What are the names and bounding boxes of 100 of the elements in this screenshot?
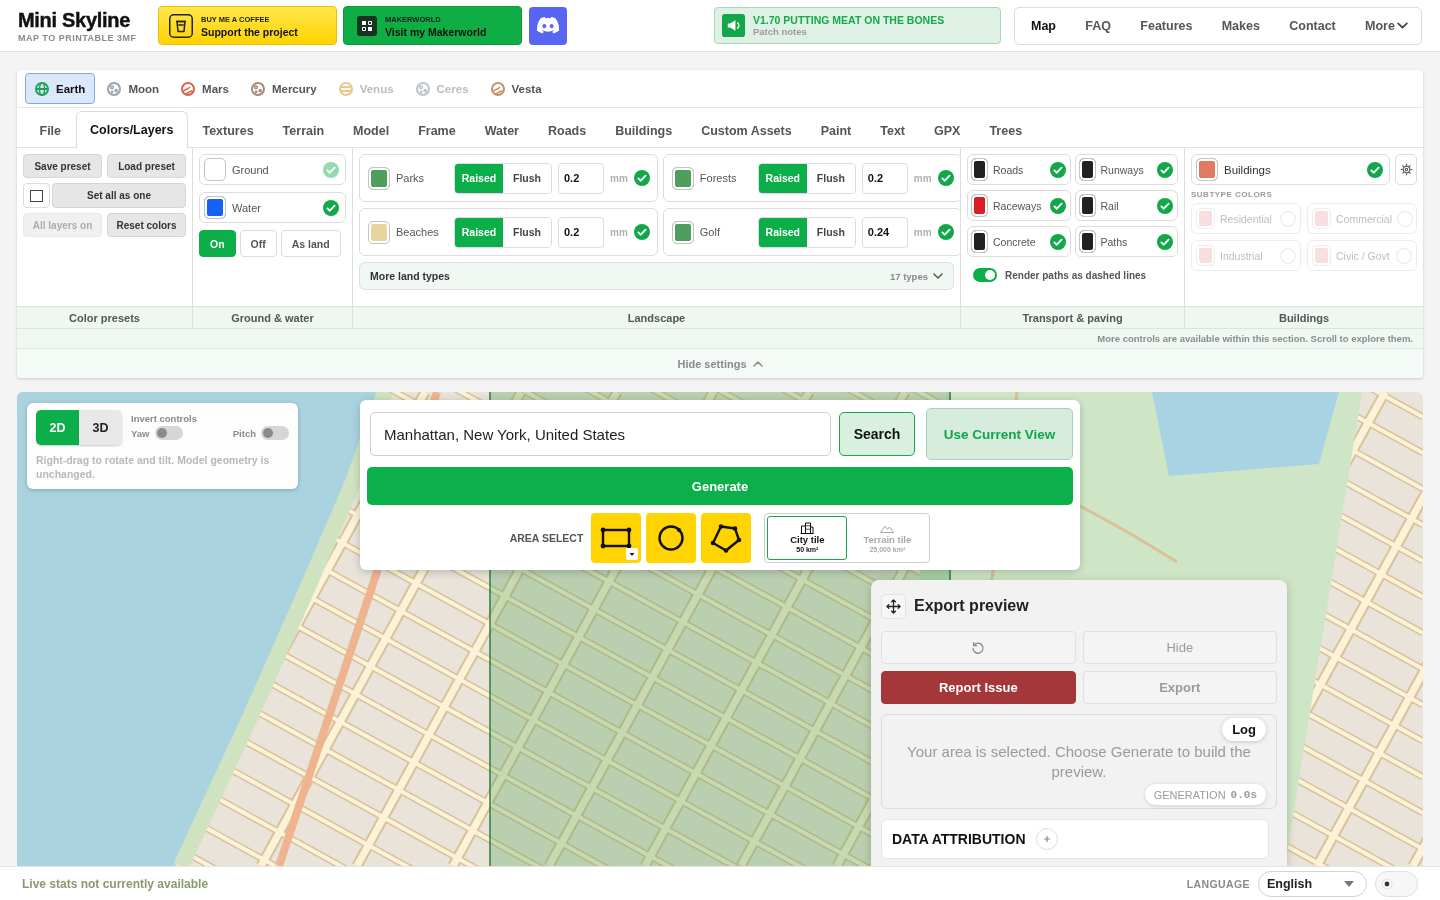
color-swatch-icon[interactable]: [1078, 194, 1096, 217]
color-swatch-icon[interactable]: [971, 194, 988, 217]
area-select-label: AREA SELECT: [509, 532, 584, 544]
caret-icon: [1344, 880, 1354, 887]
set-all-button[interactable]: Set all as one: [52, 183, 186, 208]
check-circle-icon[interactable]: [1049, 233, 1066, 250]
color-swatch-icon[interactable]: [1078, 158, 1096, 181]
theme-toggle[interactable]: [1375, 870, 1418, 897]
layer-name: Buildings: [1224, 163, 1272, 176]
nav-link[interactable]: Map: [1031, 18, 1056, 33]
color-swatch-icon[interactable]: [971, 158, 988, 181]
check-circle-icon[interactable]: [1157, 161, 1173, 178]
check-circle-icon[interactable]: [633, 170, 650, 186]
check-circle-icon[interactable]: [633, 224, 650, 240]
area-shape-button[interactable]: [591, 513, 642, 563]
section-label: Ground & water: [193, 306, 352, 328]
settings-tab[interactable]: Custom Assets: [686, 112, 807, 148]
layer-name: Runways: [1100, 163, 1145, 176]
color-swatch-icon[interactable]: [671, 166, 694, 190]
color-swatch-icon[interactable]: [368, 166, 390, 190]
chat-button[interactable]: [529, 6, 567, 45]
report-issue-button[interactable]: Report Issue: [881, 671, 1076, 704]
check-circle-icon[interactable]: [1157, 233, 1173, 250]
section-label: Buildings: [1185, 306, 1423, 328]
nav-link[interactable]: FAQ: [1085, 18, 1111, 33]
area-shape-button[interactable]: [646, 513, 697, 563]
check-circle-icon[interactable]: [937, 224, 954, 240]
language-label: LANGUAGE: [1186, 877, 1250, 890]
log-button[interactable]: Log: [1222, 718, 1266, 741]
polygon-select-icon: [709, 523, 744, 553]
toggle-switch[interactable]: [261, 426, 289, 440]
search-button[interactable]: Search: [839, 412, 915, 456]
unit-label: mm: [913, 226, 932, 238]
color-swatch-icon[interactable]: [1078, 230, 1096, 253]
settings-tab[interactable]: Trees: [974, 112, 1037, 148]
drag-handle[interactable]: [881, 593, 906, 619]
check-circle-icon[interactable]: [1049, 161, 1066, 178]
height-input[interactable]: 0.2: [558, 162, 604, 194]
toggle-switch[interactable]: [973, 268, 997, 282]
planet-tab[interactable]: Mars: [171, 73, 239, 104]
layer-name: Concrete: [993, 235, 1037, 248]
water-mode-option[interactable]: Off: [239, 230, 277, 257]
height-input[interactable]: 0.2: [861, 162, 908, 194]
check-circle-icon[interactable]: [323, 199, 339, 216]
area-shape-button[interactable]: [701, 513, 752, 563]
caret-icon[interactable]: [626, 548, 639, 560]
view-mode-option[interactable]: 3D: [79, 410, 122, 445]
preset-button[interactable]: Save preset: [23, 154, 102, 178]
settings-tab[interactable]: GPX: [919, 112, 975, 148]
nav-link[interactable]: Makes: [1221, 18, 1260, 33]
preset-button[interactable]: Load preset: [107, 154, 186, 178]
settings-tab[interactable]: Terrain: [268, 112, 339, 148]
color-swatch-icon[interactable]: [1196, 158, 1218, 181]
toggle-switch[interactable]: [154, 426, 183, 440]
check-circle-icon[interactable]: [937, 170, 954, 186]
nav-link[interactable]: More: [1365, 18, 1408, 33]
app-title: Mini Skyline: [18, 8, 131, 31]
layer-name: Forests: [699, 172, 738, 184]
check-circle-icon[interactable]: [1157, 197, 1173, 214]
settings-tab[interactable]: Buildings: [600, 112, 687, 148]
settings-tab[interactable]: Paint: [806, 112, 866, 148]
settings-tab[interactable]: File: [25, 112, 76, 148]
circular-arrow-icon: [971, 640, 986, 655]
app-tagline: MAP TO PRINTABLE 3MF: [18, 32, 138, 43]
nav-link[interactable]: Features: [1140, 18, 1193, 33]
more-land-types-button[interactable]: More land types 17 types: [359, 262, 954, 290]
check-circle-icon[interactable]: [1049, 197, 1066, 214]
layer-name: Golf: [699, 226, 721, 238]
preset-button[interactable]: Reset colors: [107, 213, 186, 237]
location-search-field[interactable]: Manhattan, New York, United States: [370, 412, 831, 456]
color-swatch-icon[interactable]: [204, 196, 226, 219]
language-select[interactable]: English: [1258, 870, 1367, 897]
nav-link[interactable]: Contact: [1289, 18, 1336, 33]
settings-tab[interactable]: Textures: [187, 112, 269, 148]
planet-tab[interactable]: Vesta: [480, 73, 552, 104]
settings-tab[interactable]: Water: [470, 112, 534, 148]
color-swatch-icon[interactable]: [971, 230, 988, 253]
height-input[interactable]: 0.24: [861, 216, 908, 248]
planet-tab[interactable]: Mercury: [240, 73, 327, 104]
height-input[interactable]: 0.2: [558, 216, 604, 248]
expand-button[interactable]: [1035, 828, 1058, 850]
color-swatch-icon[interactable]: [368, 220, 390, 244]
settings-tab[interactable]: Text: [865, 112, 920, 148]
planet-tab[interactable]: Moon: [97, 73, 170, 104]
checkbox[interactable]: [30, 189, 43, 202]
check-circle-icon[interactable]: [1367, 161, 1383, 178]
planet-tab[interactable]: Earth: [25, 73, 96, 104]
toggle-label: Pitch: [232, 427, 256, 439]
settings-tab[interactable]: Model: [338, 112, 404, 148]
layer-name: Roads: [993, 163, 1025, 176]
settings-tab[interactable]: Roads: [533, 112, 601, 148]
settings-tab[interactable]: Frame: [403, 112, 471, 148]
settings-tab[interactable]: Colors/Layers: [75, 111, 188, 148]
layer-name: Ground: [232, 163, 270, 176]
cup-icon: [169, 13, 193, 38]
color-swatch-icon[interactable]: [671, 220, 694, 244]
settings-button[interactable]: [1395, 154, 1417, 185]
water-mode-option[interactable]: As land: [280, 230, 341, 257]
toggle-label: Render paths as dashed lines: [1005, 269, 1147, 281]
layer-name: Parks: [396, 172, 426, 184]
